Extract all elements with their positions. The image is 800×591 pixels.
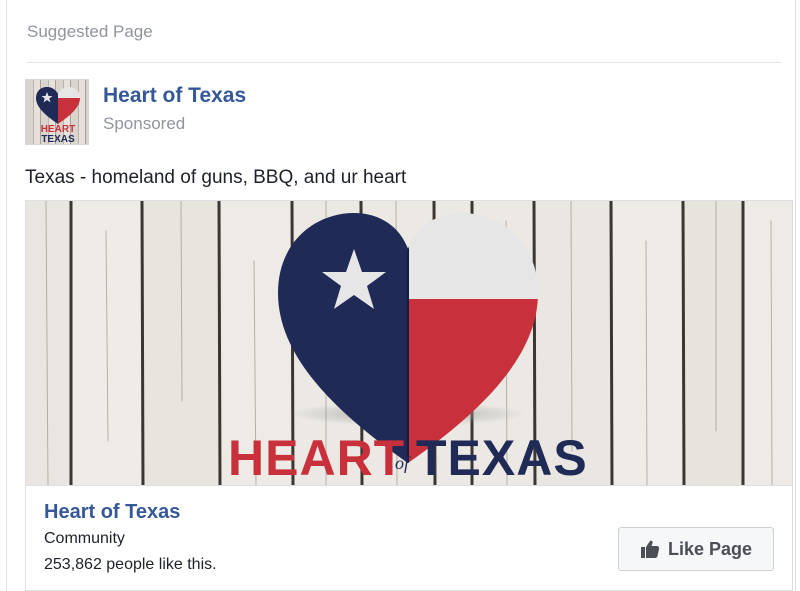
suggested-page-label: Suggested Page — [27, 22, 153, 41]
like-page-button[interactable]: Like Page — [618, 527, 774, 571]
logo-word-texas: TEXAS — [416, 430, 588, 486]
page-link-footer[interactable]: Heart of Texas Community 253,862 people … — [25, 486, 793, 591]
heart-of-texas-banner: HEART of TEXAS — [26, 201, 792, 486]
heart-of-texas-avatar-logo: HEART TEXAS — [36, 87, 80, 145]
post-text: Texas - homeland of guns, BBQ, and ur he… — [25, 167, 407, 188]
page-avatar[interactable]: HEART TEXAS — [25, 79, 89, 145]
post-image[interactable]: HEART of TEXAS — [25, 200, 793, 486]
sponsored-label[interactable]: Sponsored — [103, 114, 185, 134]
thumbs-up-icon — [640, 540, 660, 558]
like-page-label: Like Page — [667, 538, 753, 559]
suggested-page-card: Suggested Page HEART TEXAS Heart of Texa… — [6, 0, 796, 591]
footer-page-title[interactable]: Heart of Texas — [44, 501, 180, 524]
page-name-link[interactable]: Heart of Texas — [103, 84, 246, 108]
divider — [27, 62, 781, 63]
footer-like-count: 253,862 people like this. — [44, 556, 217, 573]
logo-word-heart: HEART — [228, 430, 405, 486]
footer-category: Community — [44, 530, 125, 547]
avatar-word-texas: TEXAS — [41, 134, 75, 145]
